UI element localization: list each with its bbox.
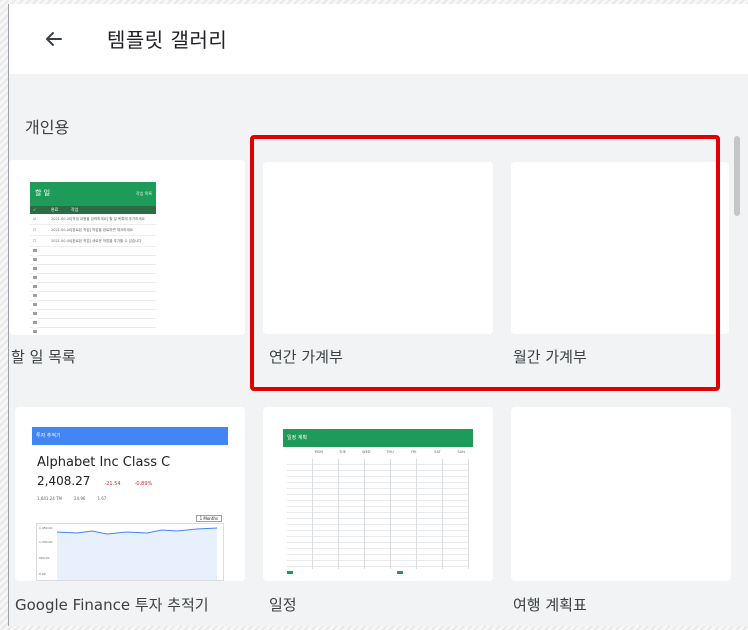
schedule-thumb-footer xyxy=(287,571,469,575)
template-label-travel-planner[interactable]: 여행 계획표 xyxy=(513,594,587,615)
template-thumbnail-todo: 할 일 작업 목록 ✓ 완료 작업 ☑ 2021.00.00 [작업 내용을 입력하… xyxy=(30,182,156,335)
todo-thumb-row: ☑ 2021.00.00 [작업 내용을 입력하세요] 할 일 목록에 추가하세요 xyxy=(30,214,156,225)
template-label-todo[interactable]: 할 일 목록 xyxy=(11,346,76,367)
template-label-schedule[interactable]: 일정 xyxy=(269,594,297,615)
template-label-google-finance[interactable]: Google Finance 투자 추적기 xyxy=(15,594,209,615)
todo-thumb-rows: ☑ 2021.00.00 [작업 내용을 입력하세요] 할 일 목록에 추가하세요 … xyxy=(30,214,156,247)
finance-thumb-header: 투자 추적기 xyxy=(32,427,228,445)
finance-thumb-chart: 1,450.00 1,300.00 900.00 0.00 xyxy=(36,523,224,581)
top-bar: 템플릿 갤러리 xyxy=(9,4,748,74)
finance-thumb-price-row: 2,408.27 -21.54 -0.89% xyxy=(37,474,153,488)
template-card-todo[interactable]: 할 일 작업 목록 ✓ 완료 작업 ☑ 2021.00.00 [작업 내용을 입력하… xyxy=(9,160,245,335)
todo-thumb-header: 할 일 작업 목록 xyxy=(30,182,156,206)
arrow-left-icon xyxy=(45,32,62,46)
todo-thumb-empty-rows xyxy=(30,247,156,335)
finance-thumb-stats: 1,641.24 TM 24.96 1.67 xyxy=(37,496,107,501)
todo-thumb-row: ☐ 2021.00.00 [완료된 작업] 작업을 완료하면 체크하세요 xyxy=(30,225,156,236)
schedule-thumb-header: 일정 계획 xyxy=(283,429,473,447)
schedule-thumbnail: 일정 계획 MON TUE WED THU FRI SAT SUN xyxy=(283,429,473,581)
highlight-annotation xyxy=(250,135,720,391)
todo-thumb-sub: 작업 목록 xyxy=(136,191,152,196)
template-card-google-finance[interactable]: 투자 추적기 Alphabet Inc Class C 2,408.27 -21… xyxy=(15,407,245,581)
finance-thumb-range: 1 Months xyxy=(195,515,222,522)
back-button[interactable] xyxy=(41,26,67,52)
todo-thumb-title: 할 일 xyxy=(35,189,51,197)
finance-thumb-heading: Alphabet Inc Class C xyxy=(37,455,171,470)
finance-thumbnail: 투자 추적기 Alphabet Inc Class C 2,408.27 -21… xyxy=(32,427,228,581)
todo-thumb-row: ☐ 2021.00.00 [완료된 작업] 새로운 작업을 추가할 수 있습니다 xyxy=(30,236,156,247)
scrollbar-thumb[interactable] xyxy=(734,136,740,216)
section-label-personal: 개인용 xyxy=(25,118,70,137)
todo-thumb-colheader: ✓ 완료 작업 xyxy=(30,206,156,214)
template-card-travel-planner[interactable] xyxy=(511,407,731,581)
template-card-schedule[interactable]: 일정 계획 MON TUE WED THU FRI SAT SUN xyxy=(263,407,493,581)
schedule-thumb-grid xyxy=(287,459,469,569)
schedule-thumb-days: MON TUE WED THU FRI SAT SUN xyxy=(314,450,465,454)
page-title: 템플릿 갤러리 xyxy=(107,28,228,52)
finance-thumb-line xyxy=(56,527,218,580)
template-gallery-panel: 템플릿 갤러리 개인용 할 일 작업 목록 ✓ 완료 작업 ☑ 2021.00.0… xyxy=(8,4,748,626)
